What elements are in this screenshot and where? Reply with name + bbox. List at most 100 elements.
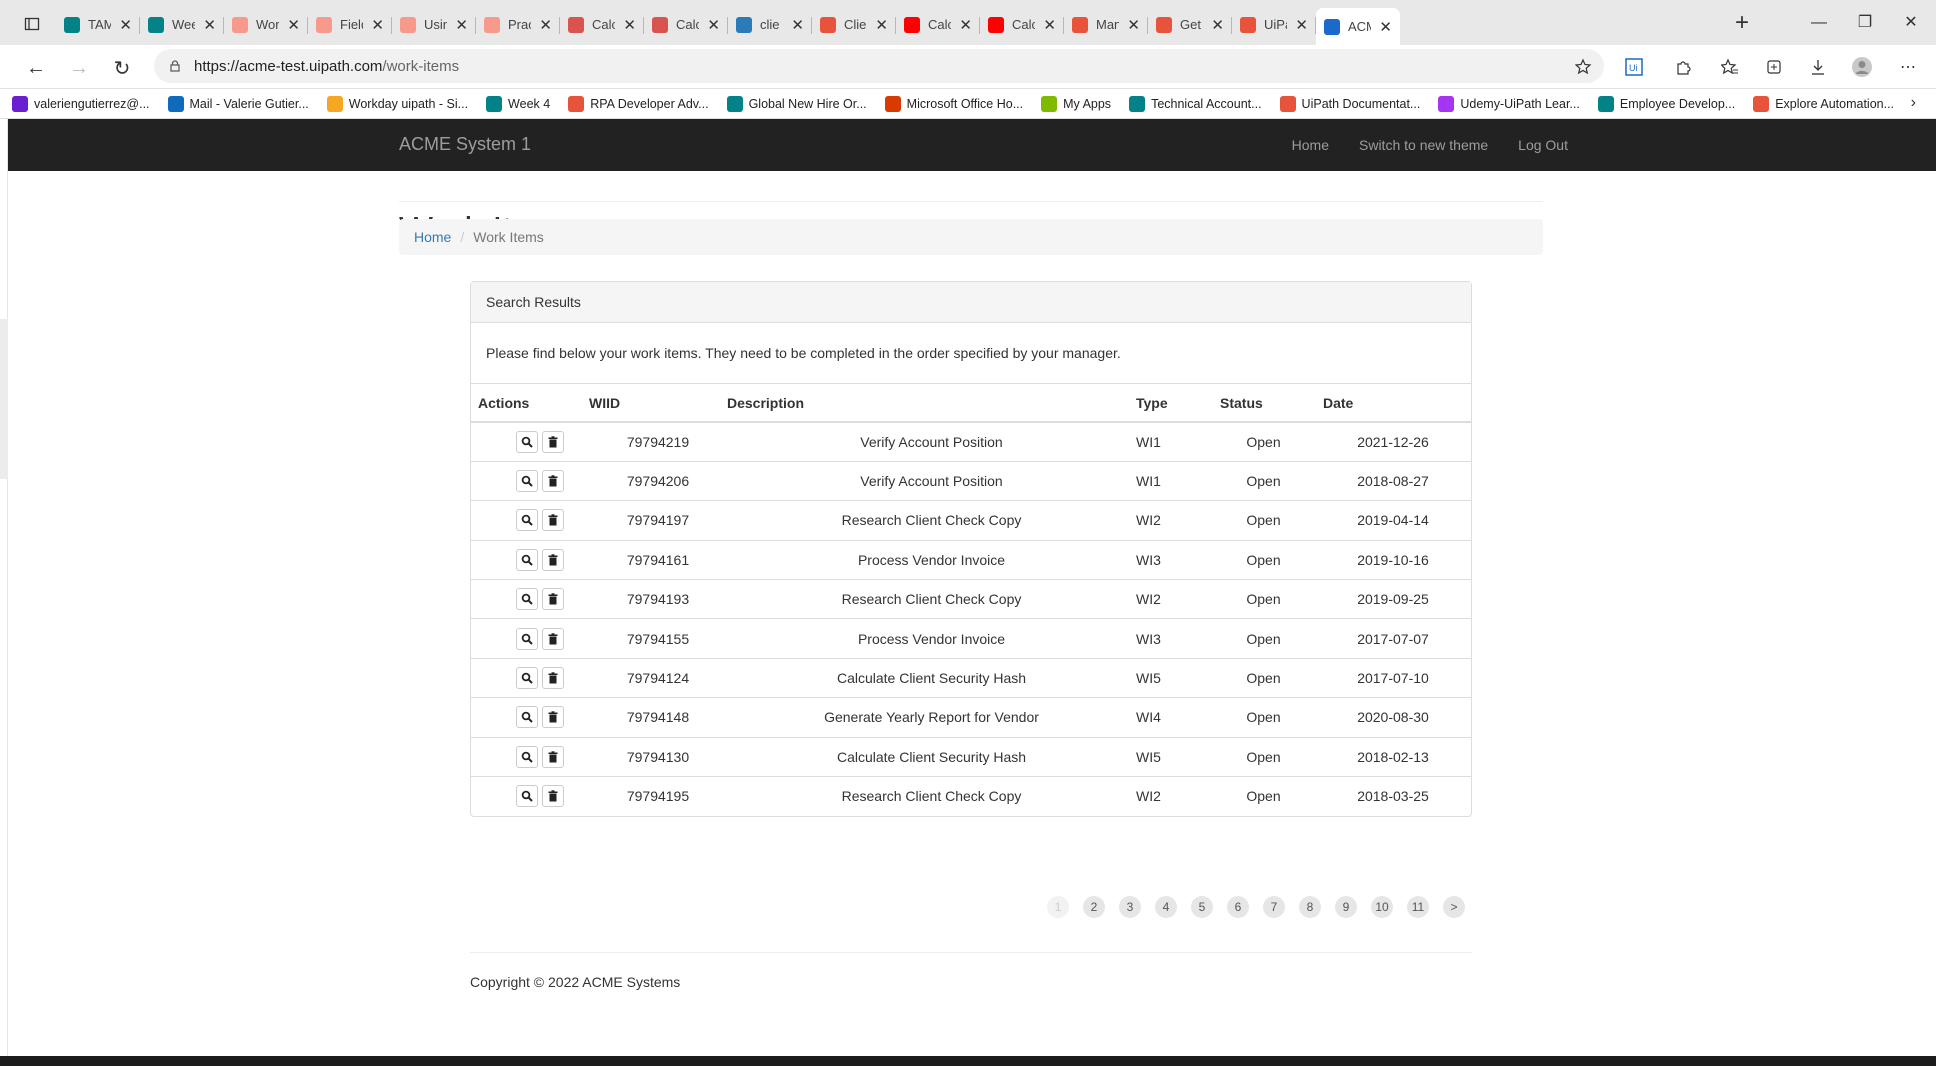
browser-tab[interactable]: Workfl ✕ bbox=[224, 8, 308, 41]
close-window-button[interactable]: ✕ bbox=[1888, 8, 1934, 38]
view-item-button[interactable] bbox=[516, 785, 538, 808]
favorites-button[interactable] bbox=[1716, 53, 1744, 81]
close-tab-icon[interactable]: ✕ bbox=[791, 16, 804, 34]
minimize-button[interactable]: — bbox=[1796, 8, 1842, 38]
close-tab-icon[interactable]: ✕ bbox=[707, 16, 720, 34]
delete-item-button[interactable] bbox=[542, 509, 564, 532]
close-tab-icon[interactable]: ✕ bbox=[959, 16, 972, 34]
bookmark-item[interactable]: RPA Developer Adv... bbox=[568, 95, 709, 112]
bookmark-item[interactable]: Week 4 bbox=[486, 95, 550, 112]
side-panel-scroll-thumb[interactable] bbox=[0, 319, 8, 479]
browser-tab[interactable]: Week 5 ✕ bbox=[140, 8, 224, 41]
close-tab-icon[interactable]: ✕ bbox=[455, 16, 468, 34]
uipath-extension-button[interactable]: Ui bbox=[1620, 53, 1648, 81]
browser-tab[interactable]: Client S ✕ bbox=[812, 8, 896, 41]
browser-tab[interactable]: Calcula ✕ bbox=[560, 8, 644, 41]
nav-switch-theme-link[interactable]: Switch to new theme bbox=[1359, 137, 1488, 153]
back-button[interactable]: ← bbox=[21, 53, 51, 83]
page-button[interactable]: 3 bbox=[1119, 896, 1141, 918]
browser-tab[interactable]: Manag ✕ bbox=[1064, 8, 1148, 41]
tab-actions-button[interactable] bbox=[10, 10, 54, 38]
close-tab-icon[interactable]: ✕ bbox=[1043, 16, 1056, 34]
browser-tab[interactable]: Using A ✕ bbox=[392, 8, 476, 41]
view-item-button[interactable] bbox=[516, 627, 538, 650]
close-tab-icon[interactable]: ✕ bbox=[1379, 18, 1392, 36]
browser-tab[interactable]: Calcula ✕ bbox=[980, 8, 1064, 41]
address-bar[interactable]: https://acme-test.uipath.com/work-items bbox=[154, 49, 1604, 83]
delete-item-button[interactable] bbox=[542, 470, 564, 493]
bookmark-item[interactable]: valeriengutierrez@... bbox=[12, 95, 150, 112]
view-item-button[interactable] bbox=[516, 745, 538, 768]
downloads-button[interactable] bbox=[1804, 53, 1832, 81]
delete-item-button[interactable] bbox=[542, 430, 564, 453]
forward-button[interactable]: → bbox=[64, 53, 94, 83]
browser-tab[interactable]: ACME ✕ bbox=[1316, 8, 1400, 45]
close-tab-icon[interactable]: ✕ bbox=[1295, 16, 1308, 34]
bookmark-item[interactable]: Explore Automation... bbox=[1753, 95, 1894, 112]
view-item-button[interactable] bbox=[516, 430, 538, 453]
delete-item-button[interactable] bbox=[542, 548, 564, 571]
page-button[interactable]: 1 bbox=[1047, 896, 1069, 918]
browser-tab[interactable]: Calcula ✕ bbox=[896, 8, 980, 41]
delete-item-button[interactable] bbox=[542, 706, 564, 729]
reload-button[interactable]: ↻ bbox=[107, 53, 137, 83]
browser-tab[interactable]: Calcula ✕ bbox=[644, 8, 728, 41]
close-tab-icon[interactable]: ✕ bbox=[119, 16, 132, 34]
page-button[interactable]: 10 bbox=[1371, 896, 1393, 918]
close-tab-icon[interactable]: ✕ bbox=[539, 16, 552, 34]
breadcrumb-home-link[interactable]: Home bbox=[414, 229, 451, 245]
nav-home-link[interactable]: Home bbox=[1292, 137, 1329, 153]
browser-tab[interactable]: Get Cre ✕ bbox=[1148, 8, 1232, 41]
close-tab-icon[interactable]: ✕ bbox=[287, 16, 300, 34]
close-tab-icon[interactable]: ✕ bbox=[875, 16, 888, 34]
bookmark-item[interactable]: UiPath Documentat... bbox=[1279, 95, 1420, 112]
browser-tab[interactable]: Practic ✕ bbox=[476, 8, 560, 41]
new-tab-button[interactable]: + bbox=[1728, 10, 1756, 38]
browser-tab[interactable]: UiPath ✕ bbox=[1232, 8, 1316, 41]
brand-link[interactable]: ACME System 1 bbox=[399, 134, 531, 155]
browser-tab[interactable]: TAM - ✕ bbox=[56, 8, 140, 41]
page-button[interactable]: 2 bbox=[1083, 896, 1105, 918]
page-button[interactable]: 5 bbox=[1191, 896, 1213, 918]
bookmark-item[interactable]: Employee Develop... bbox=[1597, 95, 1735, 112]
profile-button[interactable] bbox=[1848, 53, 1876, 81]
extensions-button[interactable] bbox=[1670, 53, 1698, 81]
view-item-button[interactable] bbox=[516, 548, 538, 571]
close-tab-icon[interactable]: ✕ bbox=[1211, 16, 1224, 34]
close-tab-icon[interactable]: ✕ bbox=[623, 16, 636, 34]
view-item-button[interactable] bbox=[516, 667, 538, 690]
add-favorite-button[interactable] bbox=[1570, 53, 1598, 81]
next-page-button[interactable]: > bbox=[1443, 896, 1465, 918]
view-item-button[interactable] bbox=[516, 706, 538, 729]
bookmark-item[interactable]: Technical Account... bbox=[1129, 95, 1262, 112]
bookmarks-overflow-chevron-icon[interactable]: › bbox=[1911, 94, 1916, 112]
restore-button[interactable]: ❐ bbox=[1842, 8, 1888, 38]
browser-tab[interactable]: clie ✕ bbox=[728, 8, 812, 41]
close-tab-icon[interactable]: ✕ bbox=[371, 16, 384, 34]
page-button[interactable]: 11 bbox=[1407, 896, 1429, 918]
bookmark-item[interactable]: My Apps bbox=[1041, 95, 1111, 112]
delete-item-button[interactable] bbox=[542, 667, 564, 690]
collections-button[interactable] bbox=[1760, 53, 1788, 81]
close-tab-icon[interactable]: ✕ bbox=[1127, 16, 1140, 34]
bookmark-item[interactable]: Microsoft Office Ho... bbox=[884, 95, 1023, 112]
close-tab-icon[interactable]: ✕ bbox=[203, 16, 216, 34]
view-item-button[interactable] bbox=[516, 588, 538, 611]
page-button[interactable]: 8 bbox=[1299, 896, 1321, 918]
delete-item-button[interactable] bbox=[542, 785, 564, 808]
bookmark-item[interactable]: Global New Hire Or... bbox=[726, 95, 867, 112]
page-button[interactable]: 6 bbox=[1227, 896, 1249, 918]
view-item-button[interactable] bbox=[516, 509, 538, 532]
delete-item-button[interactable] bbox=[542, 588, 564, 611]
bookmark-item[interactable]: Mail - Valerie Gutier... bbox=[167, 95, 309, 112]
settings-menu-button[interactable]: ⋯ bbox=[1894, 53, 1922, 81]
delete-item-button[interactable] bbox=[542, 745, 564, 768]
page-button[interactable]: 9 bbox=[1335, 896, 1357, 918]
bookmark-item[interactable]: Udemy-UiPath Lear... bbox=[1438, 95, 1580, 112]
delete-item-button[interactable] bbox=[542, 627, 564, 650]
nav-logout-link[interactable]: Log Out bbox=[1518, 137, 1568, 153]
browser-tab[interactable]: Field D ✕ bbox=[308, 8, 392, 41]
page-button[interactable]: 7 bbox=[1263, 896, 1285, 918]
page-button[interactable]: 4 bbox=[1155, 896, 1177, 918]
bookmark-item[interactable]: Workday uipath - Si... bbox=[326, 95, 468, 112]
